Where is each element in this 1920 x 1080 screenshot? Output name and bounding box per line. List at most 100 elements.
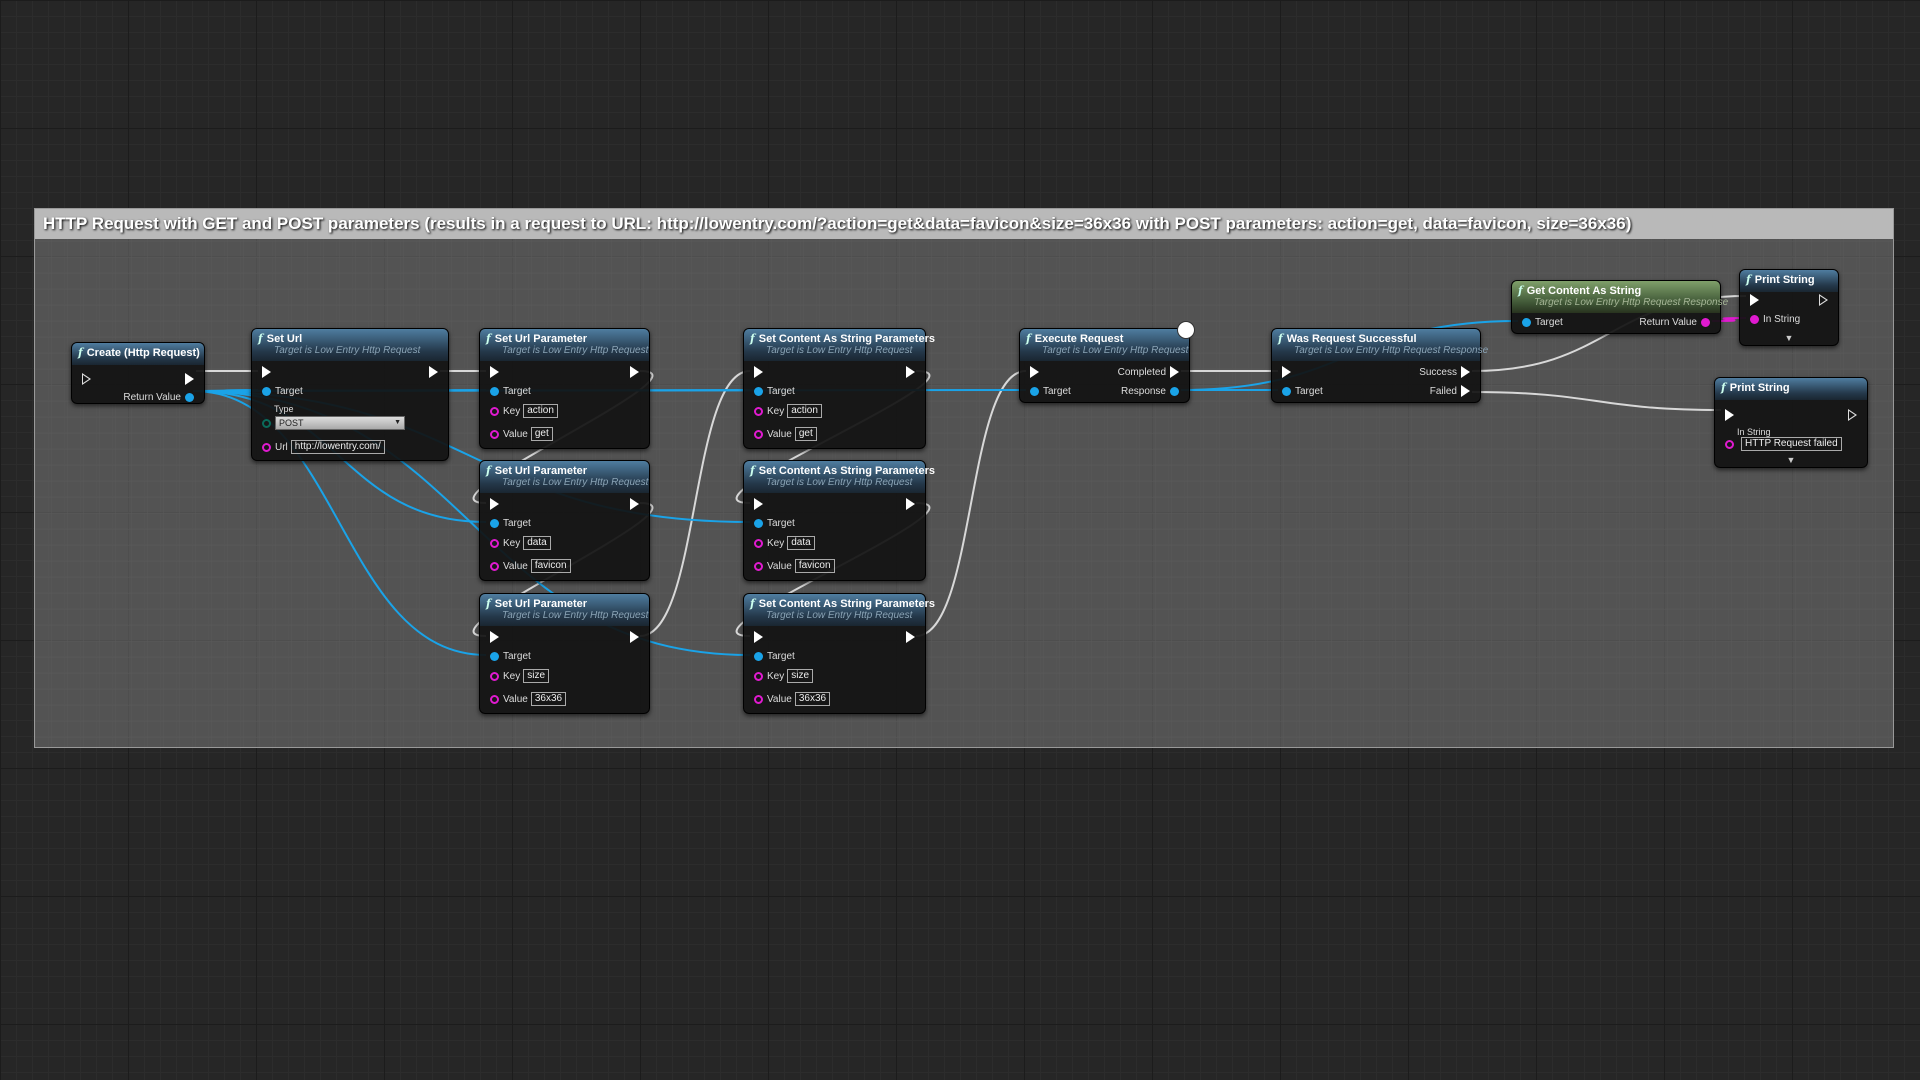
value-input[interactable]: 36x36 — [530, 692, 567, 706]
pin-label: Target — [275, 385, 303, 397]
pin-label: Key — [503, 670, 521, 682]
target-pin[interactable] — [262, 386, 271, 396]
key-input[interactable]: size — [523, 669, 550, 683]
value-pin[interactable] — [490, 694, 499, 704]
key-input[interactable]: size — [787, 669, 814, 683]
pin-label: Return Value — [123, 391, 181, 403]
in-string-pin[interactable] — [1750, 314, 1759, 324]
node-set-url-parameter[interactable]: f Set Url Parameter Target is Low Entry Ht… — [479, 593, 650, 714]
node-set-content-as-string-parameters[interactable]: f Set Content As String Parameters Target … — [743, 460, 935, 581]
node-title: Set Url Parameter — [494, 465, 588, 477]
value-pin[interactable] — [490, 429, 499, 439]
key-pin[interactable] — [754, 538, 763, 548]
exec-out-pin[interactable] — [906, 631, 915, 643]
node-set-url-parameter[interactable]: f Set Url Parameter Target is Low Entry Ht… — [479, 460, 650, 581]
key-input[interactable]: action — [523, 404, 558, 418]
function-icon: f — [750, 464, 755, 477]
type-pin[interactable] — [262, 418, 271, 428]
pin-label: Failed — [1429, 385, 1457, 397]
value-input[interactable]: favicon — [530, 559, 571, 573]
value-pin[interactable] — [754, 429, 763, 439]
node-title: Set Url — [266, 333, 303, 345]
pin-label: Value — [767, 428, 792, 440]
target-pin[interactable] — [490, 386, 499, 396]
function-icon: f — [258, 332, 263, 345]
return-value-pin[interactable] — [185, 392, 194, 402]
completed-pin[interactable] — [1170, 366, 1179, 378]
node-set-content-as-string-parameters[interactable]: f Set Content As String Parameters Target … — [743, 593, 935, 714]
value-pin[interactable] — [754, 561, 763, 571]
pin-label: Success — [1419, 366, 1457, 378]
exec-out-pin[interactable] — [630, 498, 639, 510]
node-was-request-successful[interactable]: f Was Request Successful Target is Low Ent… — [1271, 328, 1489, 403]
function-icon: f — [1026, 332, 1031, 345]
function-icon: f — [486, 332, 491, 345]
node-print-string-success[interactable]: f Print String In String ▼ — [1739, 269, 1839, 346]
key-input[interactable]: data — [787, 536, 815, 550]
node-title: Set Content As String Parameters — [758, 465, 935, 477]
function-icon: f — [486, 464, 491, 477]
node-subtitle: Target is Low Entry Http Request — [502, 610, 649, 621]
value-input[interactable]: get — [794, 427, 817, 441]
key-input[interactable]: data — [523, 536, 551, 550]
node-title: Get Content As String — [1526, 285, 1642, 297]
in-string-pin[interactable] — [1725, 439, 1734, 449]
value-input[interactable]: get — [530, 427, 553, 441]
type-dropdown[interactable]: POST — [275, 416, 405, 430]
node-set-content-as-string-parameters[interactable]: f Set Content As String Parameters Target … — [743, 328, 935, 449]
failed-pin[interactable] — [1461, 385, 1470, 397]
key-pin[interactable] — [490, 671, 499, 681]
target-pin[interactable] — [754, 651, 763, 661]
key-input[interactable]: action — [787, 404, 822, 418]
key-pin[interactable] — [490, 538, 499, 548]
value-pin[interactable] — [490, 561, 499, 571]
value-input[interactable]: favicon — [794, 559, 835, 573]
target-pin[interactable] — [754, 518, 763, 528]
in-string-input[interactable]: HTTP Request failed — [1741, 437, 1842, 451]
key-pin[interactable] — [754, 406, 763, 416]
target-pin[interactable] — [490, 518, 499, 528]
node-subtitle: Target is Low Entry Http Request Respons… — [1294, 345, 1489, 356]
pin-label: Value — [503, 693, 528, 705]
success-pin[interactable] — [1461, 366, 1470, 378]
pin-label: Target — [503, 517, 531, 529]
node-create-http-request[interactable]: f Create (Http Request) Return Value — [71, 342, 205, 404]
response-pin[interactable] — [1170, 386, 1179, 396]
node-title: Print String — [1729, 382, 1790, 394]
target-pin[interactable] — [754, 386, 763, 396]
pin-label: Response — [1120, 385, 1166, 397]
exec-out-pin[interactable] — [1848, 409, 1857, 421]
node-title: Execute Request — [1034, 333, 1124, 345]
node-execute-request[interactable]: f Execute Request Target is Low Entry Http… — [1019, 328, 1190, 403]
function-icon: f — [750, 597, 755, 610]
exec-out-pin[interactable] — [429, 366, 438, 378]
return-value-pin[interactable] — [1701, 317, 1710, 327]
exec-out-pin[interactable] — [630, 631, 639, 643]
node-title: Print String — [1754, 274, 1815, 286]
comment-title[interactable]: HTTP Request with GET and POST parameter… — [35, 209, 1893, 239]
key-pin[interactable] — [754, 671, 763, 681]
exec-out-pin[interactable] — [1819, 294, 1828, 306]
exec-out-pin[interactable] — [906, 498, 915, 510]
node-title: Set Content As String Parameters — [758, 598, 935, 610]
target-pin[interactable] — [490, 651, 499, 661]
key-pin[interactable] — [490, 406, 499, 416]
node-set-url[interactable]: f Set Url Target is Low Entry Http Request… — [251, 328, 449, 461]
node-print-string-failed[interactable]: f Print String In String HTTP Request fai… — [1714, 377, 1868, 468]
exec-out-pin[interactable] — [185, 373, 194, 385]
node-subtitle: Target is Low Entry Http Request — [1042, 345, 1189, 356]
exec-out-pin[interactable] — [906, 366, 915, 378]
function-icon: f — [1518, 284, 1523, 297]
node-set-url-parameter[interactable]: f Set Url Parameter Target is Low Entry Ht… — [479, 328, 650, 449]
advanced-expand-icon[interactable]: ▼ — [1715, 455, 1867, 465]
node-get-content-as-string[interactable]: f Get Content As String Target is Low Entr… — [1511, 280, 1728, 334]
function-icon: f — [1278, 332, 1283, 345]
url-pin[interactable] — [262, 442, 271, 452]
exec-out-pin[interactable] — [630, 366, 639, 378]
value-pin[interactable] — [754, 694, 763, 704]
pin-label: Target — [767, 517, 795, 529]
pin-label: Return Value — [1639, 316, 1697, 328]
value-input[interactable]: 36x36 — [794, 692, 831, 706]
advanced-expand-icon[interactable]: ▼ — [1740, 333, 1838, 343]
url-input[interactable]: http://lowentry.com/ — [290, 440, 385, 454]
